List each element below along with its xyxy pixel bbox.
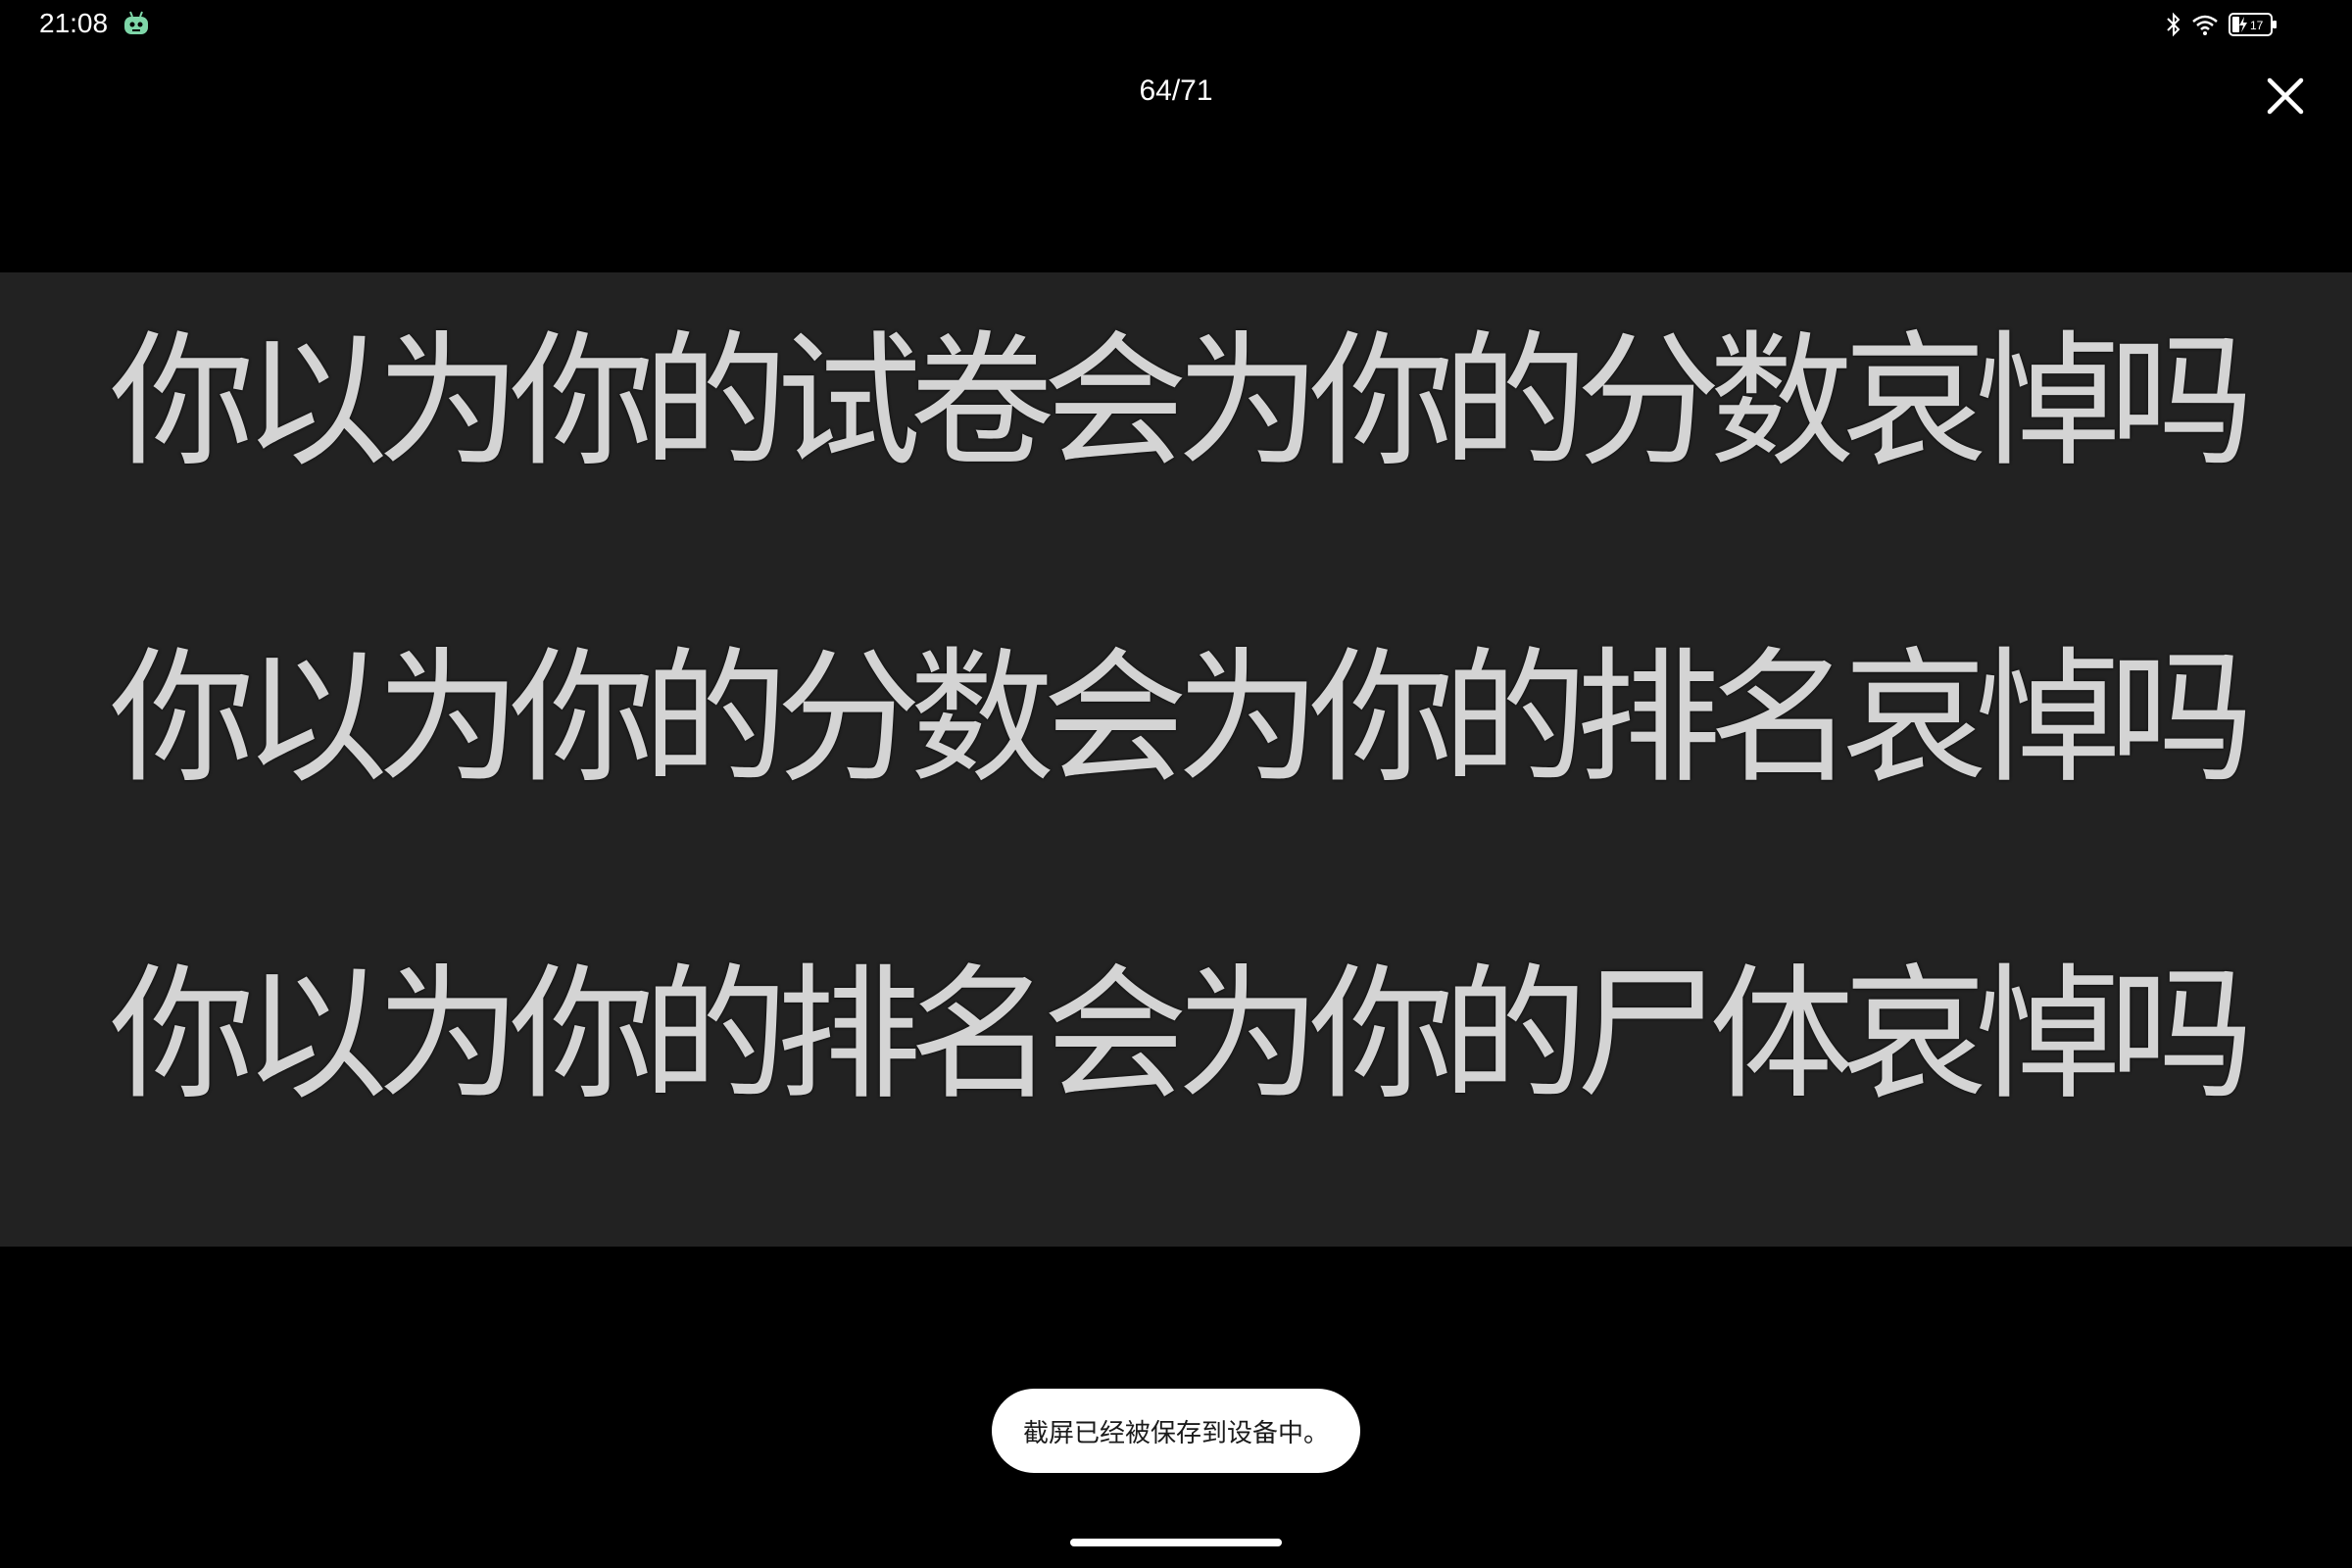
image-text-line: 你以为你的排名会为你的尸体哀悼吗 — [110, 951, 2254, 1119]
close-icon[interactable] — [2266, 76, 2305, 116]
robot-icon — [122, 10, 151, 37]
close-button[interactable] — [2254, 65, 2317, 127]
viewed-image[interactable]: 你以为你的试卷会为你的分数哀悼吗 你以为你的分数会为你的排名哀悼吗 你以为你的排… — [0, 272, 2352, 1247]
image-viewer-screen: 21:08 17 64/71 你以为你的试卷会为你的分数哀悼吗 你以为你的分数会… — [0, 0, 2352, 1568]
bluetooth-icon — [2166, 12, 2181, 37]
battery-level: 17 — [2250, 19, 2264, 32]
battery-charging-icon: 17 — [2229, 12, 2278, 37]
status-time: 21:08 — [39, 8, 109, 38]
image-counter: 64/71 — [1139, 74, 1213, 107]
home-indicator[interactable] — [1070, 1539, 1282, 1546]
image-text-line: 你以为你的分数会为你的排名哀悼吗 — [110, 634, 2254, 803]
image-text-line: 你以为你的试卷会为你的分数哀悼吗 — [110, 318, 2254, 486]
status-icons: 17 — [2166, 10, 2278, 39]
wifi-icon — [2191, 13, 2219, 36]
status-bar: 21:08 17 — [0, 0, 2352, 49]
screenshot-saved-toast: 截屏已经被保存到设备中。 — [992, 1389, 1360, 1473]
